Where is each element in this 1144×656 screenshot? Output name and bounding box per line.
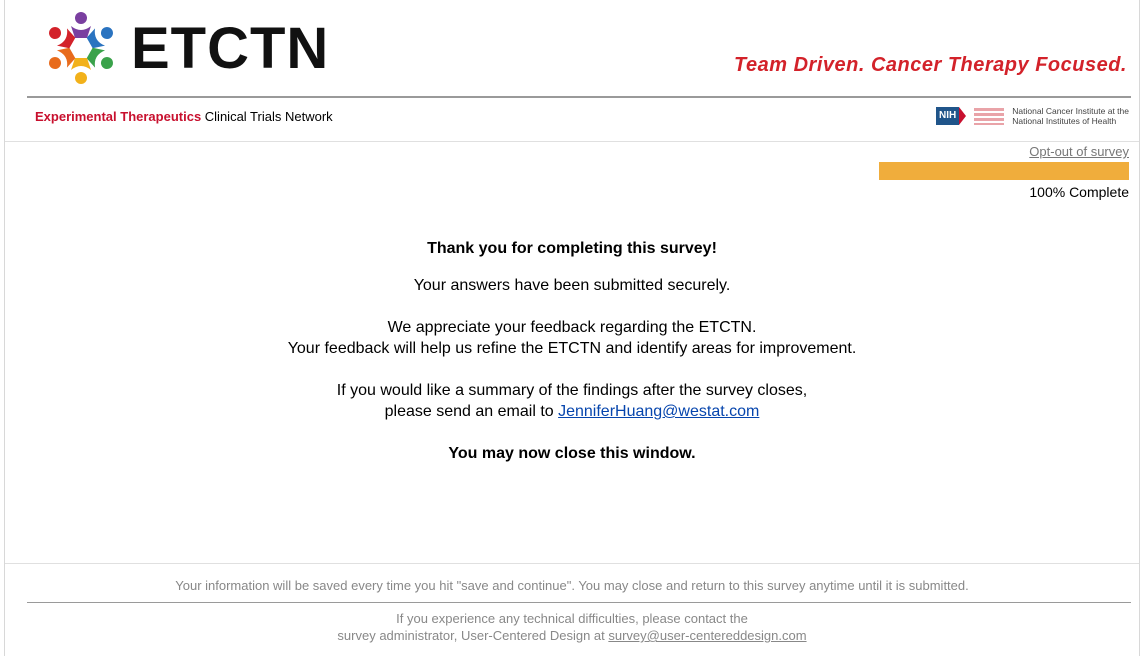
support-email-link[interactable]: survey@user-centereddesign.com (608, 628, 806, 643)
nih-chevron-icon (959, 107, 967, 125)
tagline: Team Driven. Cancer Therapy Focused. (734, 54, 1127, 76)
completion-message: Thank you for completing this survey! Yo… (5, 238, 1139, 464)
email-line: please send an email to JenniferHuang@we… (5, 401, 1139, 422)
nci-line-1: National Cancer Institute at the (1012, 106, 1129, 116)
progress-label: 100% Complete (1029, 184, 1129, 200)
footer-divider (27, 602, 1131, 603)
survey-page: ETCTN Team Driven. Cancer Therapy Focuse… (4, 0, 1140, 656)
nci-attribution: National Cancer Institute at the Nationa… (1012, 106, 1129, 126)
people-circle-logo-icon (49, 12, 113, 84)
etctn-logo: ETCTN (39, 10, 369, 86)
refine-text: Your feedback will help us refine the ET… (287, 340, 857, 357)
network-bar: Experimental Therapeutics Clinical Trial… (5, 97, 1139, 142)
tech-line-2: survey administrator, User-Centered Desi… (5, 627, 1139, 644)
save-notice: Your information will be saved every tim… (5, 563, 1139, 593)
close-window-text: You may now close this window. (448, 445, 696, 462)
submitted-text: Your answers have been submitted securel… (413, 277, 731, 294)
tech-line-2-prefix: survey administrator, User-Centered Desi… (337, 628, 609, 643)
network-name-highlight: Experimental Therapeutics (35, 109, 202, 124)
summary-text: If you would like a summary of the findi… (336, 382, 808, 399)
progress-bar (879, 162, 1129, 180)
nih-nci-branding: NIH National Cancer Institute at the Nat… (936, 105, 1129, 127)
opt-out-link[interactable]: Opt-out of survey (1029, 144, 1129, 159)
nci-seal-icon (974, 108, 1005, 125)
contact-email-link[interactable]: JenniferHuang@westat.com (558, 403, 759, 420)
site-header: ETCTN Team Driven. Cancer Therapy Focuse… (5, 0, 1139, 98)
email-prefix: please send an email to (384, 403, 559, 420)
appreciate-text: We appreciate your feedback regarding th… (387, 319, 757, 336)
logo-wordmark: ETCTN (131, 16, 330, 81)
nih-logo-icon: NIH (936, 107, 967, 125)
tech-line-1: If you experience any technical difficul… (396, 611, 748, 626)
tech-support-notice: If you experience any technical difficul… (5, 610, 1139, 644)
nci-line-2: National Institutes of Health (1012, 116, 1117, 126)
logo-figure (71, 12, 91, 38)
thank-you-heading: Thank you for completing this survey! (427, 240, 717, 257)
nih-badge-text: NIH (936, 107, 960, 125)
network-name-rest: Clinical Trials Network (201, 109, 333, 124)
progress-bar-fill (879, 162, 1129, 180)
network-name: Experimental Therapeutics Clinical Trial… (35, 109, 333, 124)
